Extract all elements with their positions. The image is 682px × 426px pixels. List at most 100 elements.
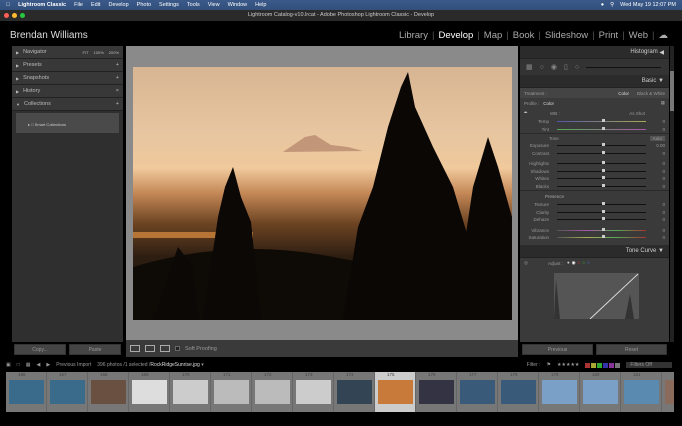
filmstrip-thumbnail[interactable]: 180 <box>580 372 621 412</box>
selected-filename[interactable]: RockRidgeSunrise.jpg <box>150 362 199 368</box>
profile-browser-icon[interactable]: ▦ <box>661 100 665 106</box>
slider-thumb[interactable] <box>601 176 605 180</box>
slider-thumb[interactable] <box>601 217 605 221</box>
module-web[interactable]: Web <box>629 30 648 41</box>
menu-tools[interactable]: Tools <box>187 2 200 8</box>
slider-blacks[interactable]: Blacks 0 <box>520 183 669 191</box>
slider-track[interactable] <box>557 119 646 123</box>
slider-track[interactable] <box>557 168 646 172</box>
filmstrip-thumbnail[interactable]: 172 <box>252 372 293 412</box>
panel-snapshots[interactable]: ▶ Snapshots + <box>12 72 123 85</box>
slider-thumb[interactable] <box>601 119 605 123</box>
second-window-icon[interactable]: □ <box>17 362 20 368</box>
filmstrip-thumbnail[interactable]: 166 <box>6 372 47 412</box>
flag-filter-icon[interactable]: ⚑ <box>547 362 551 368</box>
filters-dropdown[interactable]: Filters Off <box>626 362 672 368</box>
before-after-swap-icon[interactable] <box>160 345 170 352</box>
color-label-filter[interactable] <box>585 362 621 368</box>
photo-preview[interactable] <box>133 67 512 320</box>
close-button[interactable] <box>4 13 9 18</box>
loupe-view-icon[interactable] <box>130 345 140 352</box>
slider-track[interactable] <box>557 209 646 213</box>
search-icon[interactable]: ⚲ <box>610 2 614 8</box>
slider-thumb[interactable] <box>601 202 605 206</box>
red-channel-icon[interactable]: ○ <box>578 260 581 266</box>
filmstrip-thumbnail[interactable]: 173 <box>293 372 334 412</box>
slider-thumb[interactable] <box>601 161 605 165</box>
radial-filter-icon[interactable]: ○ <box>575 64 579 71</box>
slider-saturation[interactable]: Saturation 0 <box>520 234 669 242</box>
reset-button[interactable]: Reset <box>596 344 667 355</box>
copy-button[interactable]: Copy... <box>14 344 66 355</box>
eyedropper-icon[interactable]: ✒ <box>524 110 544 116</box>
panel-histogram[interactable]: Histogram ◀ <box>520 46 669 59</box>
grid-icon[interactable]: ▦ <box>26 362 31 368</box>
slider-track[interactable] <box>557 161 646 165</box>
panel-navigator[interactable]: ▶ Navigator FIT 100% 200% <box>12 46 123 59</box>
module-book[interactable]: Book <box>513 30 535 41</box>
panel-collections[interactable]: ▼ Collections + <box>12 98 123 111</box>
slider-clarity[interactable]: Clarity 0 <box>520 209 669 217</box>
filmstrip-thumbnail[interactable]: 178 <box>498 372 539 412</box>
brush-slider[interactable] <box>586 66 661 68</box>
parametric-curve-icon[interactable]: ● <box>567 260 570 266</box>
panel-presets[interactable]: ▶ Presets + <box>12 59 123 72</box>
treatment-bw[interactable]: Black & White <box>637 91 665 96</box>
right-panel-scrollbar[interactable] <box>670 46 674 342</box>
slider-whites[interactable]: Whites 0 <box>520 175 669 183</box>
cloud-icon[interactable]: ☁ <box>659 30 669 41</box>
plus-icon[interactable]: + <box>116 101 119 107</box>
green-channel-icon[interactable]: ○ <box>582 260 585 266</box>
apple-icon[interactable]:  <box>6 2 10 8</box>
menu-view[interactable]: View <box>208 2 220 8</box>
slider-track[interactable] <box>557 183 646 187</box>
minimize-button[interactable] <box>12 13 17 18</box>
crop-icon[interactable]: ▦ <box>526 63 533 71</box>
filmstrip-thumbnail[interactable]: 168 <box>88 372 129 412</box>
zoom-button[interactable] <box>20 13 25 18</box>
wb-dropdown[interactable]: As Shot <box>629 111 645 116</box>
graduated-filter-icon[interactable]: ▯ <box>564 63 568 71</box>
slider-shadows[interactable]: Shadows 0 <box>520 168 669 176</box>
panel-basic[interactable]: Basic ▼ <box>520 75 669 88</box>
main-window-icon[interactable]: ▣ <box>6 362 11 368</box>
slider-thumb[interactable] <box>601 143 605 147</box>
previous-button[interactable]: Previous <box>522 344 593 355</box>
menu-window[interactable]: Window <box>228 2 248 8</box>
point-curve-icon[interactable]: ◉ <box>572 260 576 266</box>
before-after-icon[interactable] <box>145 345 155 352</box>
wifi-icon[interactable]: ● <box>601 2 604 8</box>
menu-settings[interactable]: Settings <box>159 2 179 8</box>
profile-dropdown[interactable]: Color <box>543 101 554 106</box>
slider-track[interactable] <box>557 126 646 130</box>
slider-thumb[interactable] <box>601 235 605 239</box>
paste-button[interactable]: Paste <box>69 344 121 355</box>
slider-thumb[interactable] <box>601 150 605 154</box>
zoom-100[interactable]: 100% <box>94 50 104 55</box>
source-label[interactable]: Previous Import <box>56 362 91 368</box>
slider-track[interactable] <box>557 202 646 206</box>
tone-curve-graph[interactable] <box>520 269 669 319</box>
menu-help[interactable]: Help <box>255 2 266 8</box>
filmstrip-thumbnail[interactable]: 167 <box>47 372 88 412</box>
filmstrip-thumbnail[interactable]: 176 <box>416 372 457 412</box>
module-slideshow[interactable]: Slideshow <box>545 30 588 41</box>
slider-tint[interactable]: Tint 0 <box>520 126 669 134</box>
slider-thumb[interactable] <box>601 209 605 213</box>
menu-edit[interactable]: Edit <box>91 2 100 8</box>
slider-dehaze[interactable]: Dehaze 0 <box>520 216 669 224</box>
smart-collections-item[interactable]: ▸ □ Smart Collections <box>16 113 119 133</box>
treatment-color[interactable]: Color <box>618 91 629 96</box>
module-print[interactable]: Print <box>599 30 619 41</box>
filmstrip-thumbnail[interactable]: 174 <box>334 372 375 412</box>
filmstrip-thumbnail[interactable]: 170 <box>170 372 211 412</box>
module-map[interactable]: Map <box>484 30 502 41</box>
slider-contrast[interactable]: Contrast 0 <box>520 150 669 158</box>
slider-track[interactable] <box>557 227 646 231</box>
spot-removal-icon[interactable]: ○ <box>540 64 544 71</box>
panel-history[interactable]: ▶ History × <box>12 85 123 98</box>
slider-texture[interactable]: Texture 0 <box>520 201 669 209</box>
auto-button[interactable]: Auto <box>649 135 665 141</box>
slider-track[interactable] <box>557 150 646 154</box>
target-adjust-icon[interactable]: ◎ <box>524 260 528 266</box>
